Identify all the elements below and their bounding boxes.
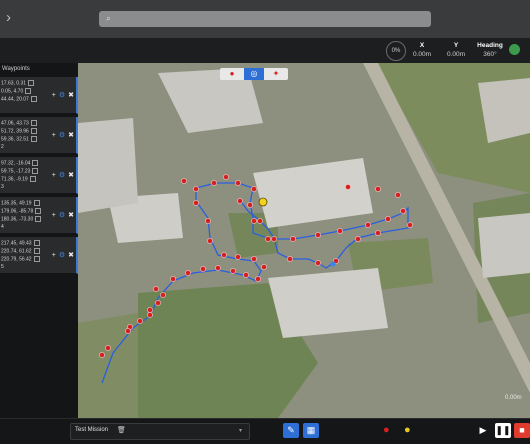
heading-label: Heading	[477, 42, 503, 49]
waypoint-item[interactable]: 217.45, 49.43 220.74, 61.62 220.79, 56.4…	[0, 237, 78, 274]
checkbox-icon[interactable]	[35, 216, 42, 222]
waypoint-item[interactable]: 17.63, 0.31 0.05, 4.70 44.44, 20.07 + ⚙ ✖	[0, 77, 78, 114]
connection-status-icon	[509, 44, 520, 55]
trash-icon[interactable]: ✖	[68, 172, 74, 179]
y-value: 0.00m	[446, 51, 466, 58]
chevron-right-icon[interactable]: ›	[6, 9, 11, 27]
checkbox-icon[interactable]	[29, 176, 36, 182]
trash-icon[interactable]: 🗑	[117, 426, 126, 434]
add-icon[interactable]: +	[52, 92, 56, 99]
add-icon[interactable]: +	[52, 212, 56, 219]
pause-icon[interactable]: ❚❚	[495, 423, 511, 438]
chevron-down-icon: ▾	[239, 428, 243, 434]
battery-indicator: 0%	[386, 41, 406, 61]
y-readout: Y 0.00m	[444, 41, 468, 59]
waypoint-index: 5	[1, 264, 4, 270]
mission-name: Test Mission	[75, 427, 109, 433]
checkbox-icon[interactable]	[33, 200, 40, 206]
add-icon[interactable]: +	[52, 132, 56, 139]
waypoint-index: 2	[1, 144, 4, 150]
waypoint-coord: 97.32, -16.04	[1, 160, 31, 167]
gear-icon[interactable]: ⚙	[59, 212, 65, 219]
trash-icon[interactable]: ✖	[68, 92, 74, 99]
waypoint-coord: 135.35, 49.19	[1, 200, 32, 207]
waypoint-coord: 220.79, 56.42	[1, 256, 32, 263]
checkbox-icon[interactable]	[33, 240, 40, 246]
waypoint-coord: 217.45, 49.43	[1, 240, 32, 247]
checkbox-icon[interactable]	[25, 88, 32, 94]
checkbox-icon[interactable]	[30, 128, 37, 134]
waypoint-coord: 17.63, 0.31	[1, 80, 27, 87]
waypoint-coord: 51.72, 39.96	[1, 128, 29, 135]
checkbox-icon[interactable]	[30, 136, 37, 142]
heading-readout: Heading 360°	[474, 41, 506, 59]
checkbox-icon[interactable]	[35, 208, 42, 214]
waypoint-item[interactable]: 97.32, -16.04 59.75, -17.23 71.36, -9.19…	[0, 157, 78, 194]
waypoint-coord: 44.44, 20.07	[1, 96, 29, 103]
checkbox-icon[interactable]	[33, 248, 40, 254]
map-pin-yellow-icon[interactable]: ●	[404, 423, 411, 438]
gear-icon[interactable]: ⚙	[59, 92, 65, 99]
gear-icon[interactable]: ⚙	[59, 252, 65, 259]
x-readout: X 0.00m	[410, 41, 434, 59]
checkbox-icon[interactable]	[28, 80, 35, 86]
play-icon[interactable]: ▶	[475, 423, 491, 438]
waypoint-coord: 180.36, -73.30	[1, 216, 34, 223]
checkbox-icon[interactable]	[33, 256, 40, 262]
pin-red-icon[interactable]: ●	[222, 68, 242, 80]
waypoint-item[interactable]: 135.35, 49.19 179.06, -85.78 180.36, -73…	[0, 197, 78, 234]
target-icon[interactable]: ◎	[244, 68, 264, 80]
add-icon[interactable]: +	[52, 252, 56, 259]
telemetry-bar: 0% X 0.00m Y 0.00m Heading 360°	[0, 38, 530, 64]
y-label: Y	[453, 42, 459, 49]
top-bar: › ⌕	[0, 0, 530, 38]
search-input[interactable]: ⌕	[99, 11, 431, 27]
x-value: 0.00m	[412, 51, 432, 58]
waypoint-sidebar: Waypoints 17.63, 0.31 0.05, 4.70 44.44, …	[0, 63, 79, 418]
trash-icon[interactable]: ✖	[68, 132, 74, 139]
checkbox-icon[interactable]	[32, 168, 39, 174]
trash-icon[interactable]: ✖	[68, 252, 74, 259]
waypoint-coord: 0.05, 4.70	[1, 88, 24, 95]
map-toolbar: ● ◎ ✦	[220, 68, 288, 80]
grid-icon[interactable]: ▦	[303, 423, 319, 438]
waypoint-coord: 179.06, -85.78	[1, 208, 34, 215]
mission-select[interactable]: Test Mission 🗑 ▾	[70, 423, 250, 440]
waypoint-item[interactable]: 47.06, 43.73 51.72, 39.96 59.36, 32.51 2…	[0, 117, 78, 154]
sidebar-title: Waypoints	[2, 66, 30, 72]
trash-icon[interactable]: ✖	[68, 212, 74, 219]
search-icon: ⌕	[106, 13, 112, 23]
gear-icon[interactable]: ⚙	[59, 132, 65, 139]
map-pin-red-icon[interactable]: ●	[383, 423, 390, 438]
map-canvas[interactable]	[78, 63, 530, 418]
waypoint-coord: 59.36, 32.51	[1, 136, 29, 143]
waypoint-coord: 71.36, -9.19	[1, 176, 28, 183]
checkbox-icon[interactable]	[32, 160, 39, 166]
waypoint-coord: 47.06, 43.73	[1, 120, 29, 127]
pencil-icon[interactable]: ✎	[283, 423, 299, 438]
checkbox-icon[interactable]	[30, 96, 37, 102]
waypoint-index: 3	[1, 184, 4, 190]
route-icon[interactable]: ✦	[266, 68, 286, 80]
checkbox-icon[interactable]	[30, 120, 37, 126]
add-icon[interactable]: +	[52, 172, 56, 179]
x-label: X	[419, 42, 425, 49]
waypoint-index: 4	[1, 224, 4, 230]
stop-icon[interactable]: ■	[514, 423, 530, 438]
heading-value: 360°	[483, 51, 497, 58]
waypoint-coord: 220.74, 61.62	[1, 248, 32, 255]
map-scale: 0.00m	[505, 395, 522, 401]
satellite-map[interactable]: ● ◎ ✦	[78, 63, 530, 418]
gear-icon[interactable]: ⚙	[59, 172, 65, 179]
waypoint-coord: 59.75, -17.23	[1, 168, 31, 175]
